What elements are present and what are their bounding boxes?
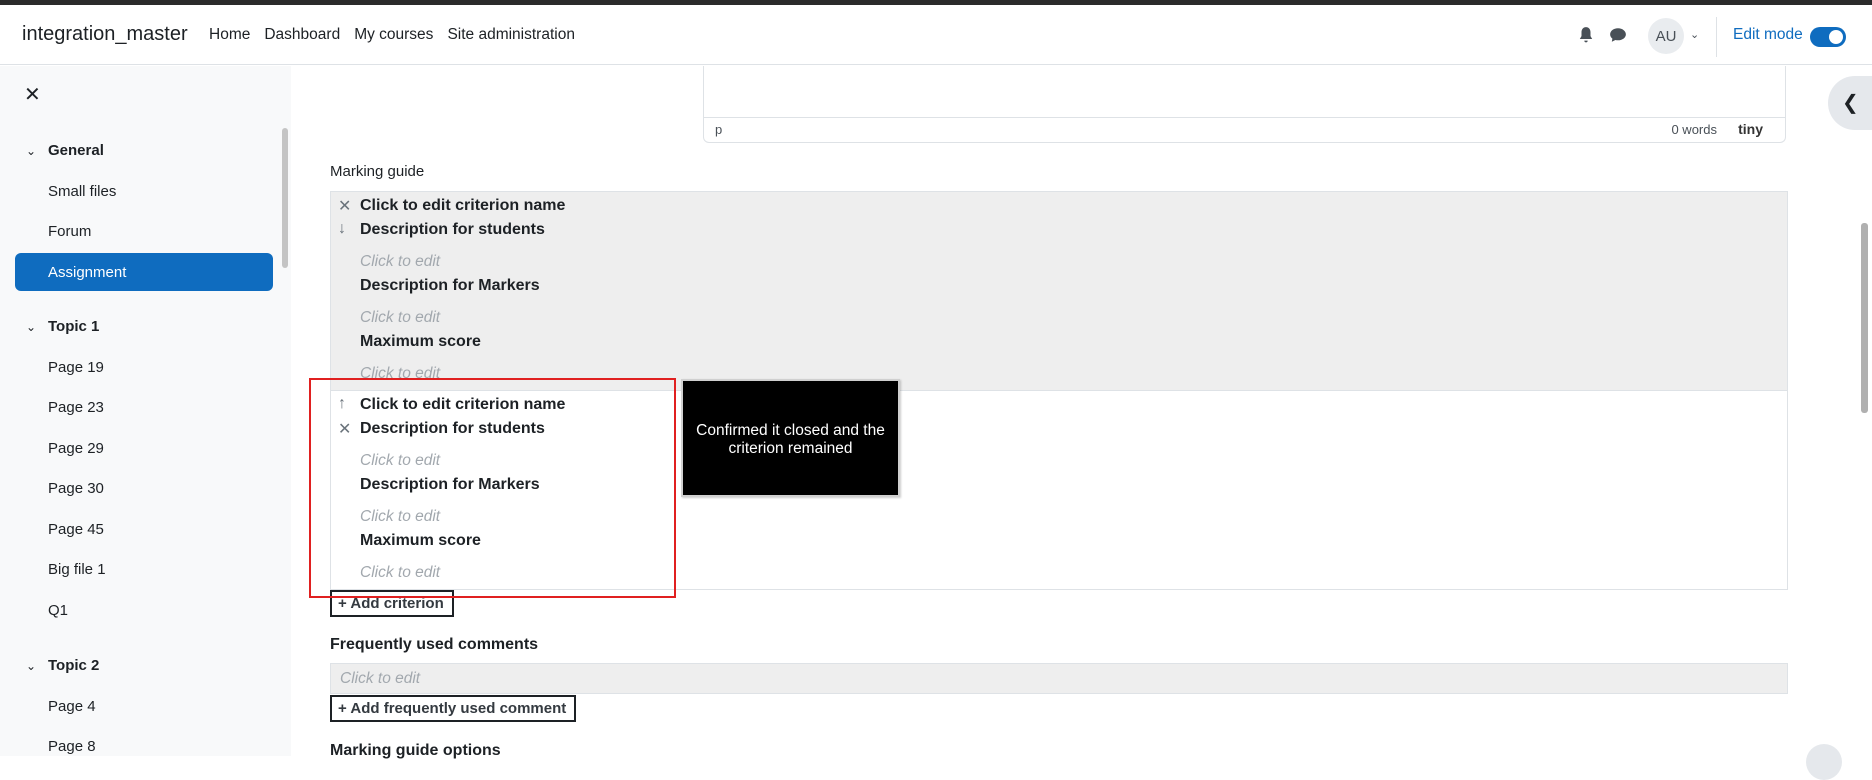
sidebar-scrollbar[interactable]: [282, 128, 288, 268]
chevron-down-icon: ⌄: [26, 144, 37, 158]
desc-students-field[interactable]: Click to edit: [360, 253, 440, 271]
chevron-down-icon: ⌄: [26, 320, 37, 334]
sidebar-item-page-29[interactable]: Page 29: [48, 440, 104, 457]
sidebar-item-page-45[interactable]: Page 45: [48, 521, 104, 538]
chevron-left-icon: ❮: [1842, 92, 1859, 114]
sidebar-item-page-19[interactable]: Page 19: [48, 359, 104, 376]
sidebar-item-page-23[interactable]: Page 23: [48, 399, 104, 416]
chat-icon[interactable]: [1609, 26, 1627, 44]
course-index-drawer: ✕ ⌄ General Small files Forum Assignment …: [0, 66, 291, 756]
editor-path[interactable]: p: [715, 122, 722, 137]
top-navbar: integration_master Home Dashboard My cou…: [0, 5, 1872, 65]
marking-guide-options-title: Marking guide options: [330, 742, 501, 759]
annotation-callout: Confirmed it closed and the criterion re…: [681, 379, 900, 497]
section-topic-1[interactable]: ⌄ Topic 1: [26, 318, 99, 335]
sidebar-item-small-files[interactable]: Small files: [48, 183, 116, 200]
page-scrollbar[interactable]: [1861, 223, 1868, 413]
desc-markers-label: Description for Markers: [360, 277, 540, 294]
add-frequent-comment-button[interactable]: + Add frequently used comment: [330, 695, 577, 722]
rich-text-editor[interactable]: p 0 words tiny: [703, 66, 1786, 143]
frequent-comment-field[interactable]: Click to edit: [330, 663, 1788, 694]
edit-mode-label: Edit mode: [1733, 26, 1803, 43]
delete-icon[interactable]: ✕: [338, 196, 351, 216]
primary-navigation: Home Dashboard My courses Site administr…: [209, 26, 589, 44]
desc-markers-field[interactable]: Click to edit: [360, 309, 440, 327]
close-icon[interactable]: ✕: [24, 82, 41, 107]
footer-help-button[interactable]: [1806, 744, 1842, 780]
section-topic-2[interactable]: ⌄ Topic 2: [26, 657, 99, 674]
sidebar-item-page-30[interactable]: Page 30: [48, 480, 104, 497]
tiny-logo[interactable]: tiny: [1738, 121, 1763, 137]
nav-site-administration[interactable]: Site administration: [447, 26, 575, 44]
edit-mode-toggle[interactable]: [1810, 27, 1846, 47]
desc-students-label: Description for students: [360, 221, 545, 238]
sidebar-item-forum[interactable]: Forum: [48, 223, 91, 240]
bell-icon[interactable]: [1577, 26, 1595, 44]
section-title: General: [48, 142, 104, 159]
add-frequent-comment-label: Add frequently used comment: [350, 700, 567, 717]
sidebar-item-assignment[interactable]: Assignment: [15, 253, 273, 291]
editor-word-count: 0 words: [1671, 122, 1717, 137]
section-title: Topic 1: [48, 318, 100, 335]
chevron-down-icon[interactable]: ⌄: [1690, 28, 1699, 41]
frequently-used-comments-title: Frequently used comments: [330, 636, 539, 653]
annotation-highlight-box: [309, 378, 676, 598]
section-title: Topic 2: [48, 657, 100, 674]
sidebar-item-page-8[interactable]: Page 8: [48, 738, 96, 755]
criterion-row: ✕ ↓ Click to edit criterion name Descrip…: [331, 192, 1787, 391]
editor-statusbar: p 0 words tiny: [704, 117, 1785, 142]
criterion-name[interactable]: Click to edit criterion name: [360, 197, 565, 215]
nav-my-courses[interactable]: My courses: [354, 26, 433, 44]
sidebar-item-page-4[interactable]: Page 4: [48, 698, 96, 715]
sidebar-item-q1[interactable]: Q1: [48, 602, 68, 619]
user-avatar[interactable]: AU: [1648, 18, 1684, 54]
frequent-comment-placeholder: Click to edit: [340, 670, 421, 687]
max-score-label: Maximum score: [360, 333, 481, 350]
site-brand[interactable]: integration_master: [22, 23, 188, 46]
chevron-down-icon: ⌄: [26, 659, 37, 673]
plus-icon: +: [338, 700, 347, 717]
marking-guide-label: Marking guide: [330, 163, 425, 180]
sidebar-item-big-file-1[interactable]: Big file 1: [48, 561, 106, 578]
nav-dashboard[interactable]: Dashboard: [264, 26, 340, 44]
nav-home[interactable]: Home: [209, 26, 250, 44]
arrow-down-icon[interactable]: ↓: [338, 220, 346, 238]
navbar-divider: [1716, 17, 1717, 57]
section-general[interactable]: ⌄ General: [26, 142, 104, 159]
